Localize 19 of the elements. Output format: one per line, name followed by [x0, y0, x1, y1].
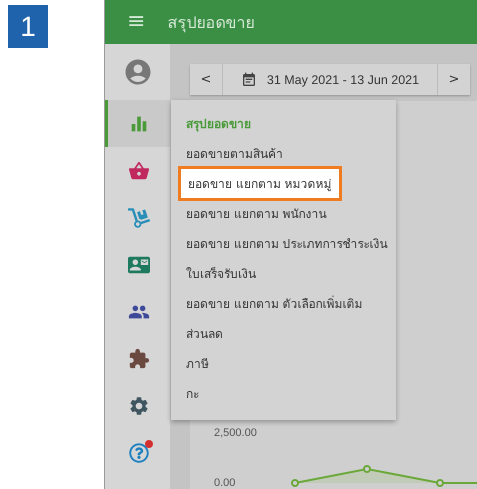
menu-item[interactable]: ส่วนลด [186, 324, 223, 342]
step-number: 1 [8, 5, 48, 48]
calendar-icon [240, 72, 257, 88]
menu-item[interactable]: ใบเสร็จรับเงิน [186, 264, 256, 282]
menu-item[interactable]: ยอดขาย แยกตาม ตัวเลือกเพิ่มเติม [186, 294, 363, 312]
page-title: สรุปยอดขาย [167, 12, 254, 34]
axis-label: 2,500.00 [214, 427, 257, 439]
date-range[interactable]: 31 May 2021 - 13 Jun 2021 [266, 72, 420, 86]
avatar-icon[interactable] [122, 57, 152, 87]
menu-item[interactable]: ภาษี [186, 354, 209, 372]
menu-item[interactable]: กะ [186, 384, 199, 402]
menu-item[interactable]: ยอดขาย แยกตาม หมวดหมู่ [178, 166, 342, 200]
menu-item[interactable]: ยอดขายตามสินค้า [186, 144, 283, 162]
next-button[interactable]: > [437, 64, 470, 95]
menu-header: สรุปยอดขาย [186, 116, 251, 132]
previous-button[interactable]: < [190, 64, 223, 95]
axis-label: 0.00 [214, 477, 236, 489]
menu-item[interactable]: ยอดขาย แยกตาม พนักงาน [186, 204, 327, 222]
menu-item[interactable]: ยอดขาย แยกตาม ประเภทการชำระเงิน [186, 234, 388, 252]
